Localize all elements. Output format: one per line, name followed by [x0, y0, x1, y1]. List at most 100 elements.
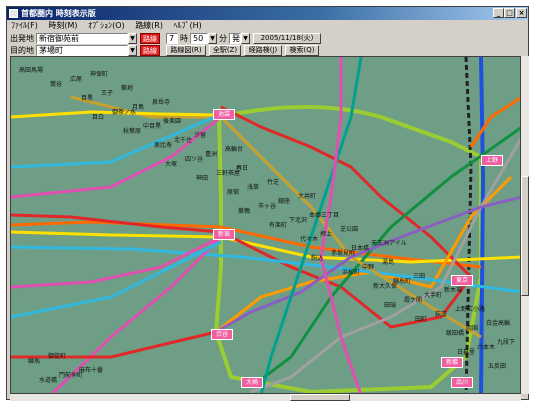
station-label[interactable]: 駒込 [311, 253, 323, 262]
station-label[interactable]: 上野広小路 [455, 304, 485, 313]
station-label[interactable]: 鶯谷 [50, 79, 62, 88]
station-label[interactable]: 飯田橋 [446, 328, 464, 337]
date-button[interactable]: 2005/11/18(火) [253, 33, 321, 44]
station-label[interactable]: 霞ケ関 [404, 295, 422, 304]
station-label[interactable]: 練馬 [28, 356, 40, 365]
station-label[interactable]: 本郷三丁目 [309, 210, 339, 219]
station-label[interactable]: 泉岳寺 [152, 97, 170, 106]
from-map-button[interactable]: 路線図 [140, 33, 160, 54]
hub-station[interactable]: 新宿 [213, 229, 235, 240]
station-label[interactable]: 浜松町 [342, 267, 360, 276]
station-label[interactable]: 両国 [466, 323, 478, 332]
station-label[interactable]: 天王洲アイル [371, 238, 407, 247]
station-label[interactable]: 浅草 [247, 182, 259, 191]
station-label[interactable]: 六本木 [477, 342, 495, 351]
station-label[interactable]: 春日 [236, 163, 248, 172]
menu-route[interactable]: 路線(R) [131, 20, 167, 32]
station-label[interactable]: 王子 [101, 88, 113, 97]
minimize-icon[interactable]: _ [493, 8, 504, 18]
horizontal-scroll-thumb[interactable] [290, 394, 350, 401]
station-label[interactable]: 市ヶ谷 [258, 201, 276, 210]
hub-station[interactable]: 新橋 [441, 357, 463, 368]
station-label[interactable]: 押上 [320, 229, 332, 238]
station-label[interactable]: 水道橋 [39, 375, 57, 384]
station-label[interactable]: 荻窪 [435, 309, 447, 318]
station-label[interactable]: 五反田 [488, 361, 506, 370]
hour-field[interactable]: 7 [166, 33, 178, 44]
station-label[interactable]: 広尾 [70, 74, 82, 83]
menu-help[interactable]: ﾍﾙﾌﾟ(H) [170, 20, 206, 32]
station-label[interactable]: 有楽町 [269, 220, 287, 229]
station-label[interactable]: 北千住 [174, 135, 192, 144]
all-stations-button[interactable]: 全駅(Z) [209, 45, 241, 56]
station-label[interactable]: 中目黒 [143, 121, 161, 130]
menu-option[interactable]: ｵﾌﾟｼｮﾝ(O) [84, 20, 129, 32]
station-label[interactable]: 神田 [196, 173, 208, 182]
station-label[interactable]: 麻布十番 [79, 365, 103, 374]
hub-station[interactable]: 品川 [451, 377, 473, 388]
hub-station[interactable]: 大崎 [241, 377, 263, 388]
to-map-button[interactable]: 路線図 [140, 45, 160, 66]
station-label[interactable]: 築地 [121, 83, 133, 92]
hub-station[interactable]: 上野 [481, 155, 503, 166]
station-label[interactable]: 高田馬場 [19, 65, 43, 74]
station-label[interactable]: 錦糸町 [393, 276, 411, 285]
station-label[interactable]: 大井町 [298, 191, 316, 200]
route-button[interactable]: 路線図(R) [166, 45, 206, 56]
from-row: 出発地 新宿御苑前 ▼ 路線図 7 時 50 ▼ 分 発 ▼ 2005/11/1… [10, 33, 526, 54]
horizontal-scrollbar[interactable] [10, 394, 521, 401]
station-label[interactable]: 三田 [413, 271, 425, 280]
close-icon[interactable]: × [516, 8, 527, 18]
to-dropdown-icon[interactable]: ▼ [128, 45, 137, 56]
hub-station[interactable]: 池袋 [213, 109, 235, 120]
station-label[interactable]: 中野 [362, 262, 374, 271]
station-label[interactable]: 大塚 [165, 159, 177, 168]
keio-line [11, 235, 222, 289]
station-label[interactable]: 竹芝 [267, 177, 279, 186]
station-label[interactable]: 豊洲 [205, 149, 217, 158]
station-label[interactable]: 大手町 [424, 290, 442, 299]
station-label[interactable]: 日本橋 [351, 243, 369, 252]
station-label[interactable]: 巣鴨 [238, 206, 250, 215]
station-label[interactable]: 原宿 [227, 187, 239, 196]
station-label[interactable]: 新木場 [444, 285, 462, 294]
station-label[interactable]: 四ツ谷 [185, 154, 203, 163]
station-label[interactable]: 恵比寿 [154, 140, 172, 149]
station-label[interactable]: 御徒町 [48, 351, 66, 360]
station-label[interactable]: 秋葉原 [123, 126, 141, 135]
subway-map[interactable]: 池袋 新宿 渋谷 品川 上野 東京 新橋 大崎 高田馬場 目白 大塚 巣鴨 駒込 田端 日暮里 鶯谷 秋葉原神… [10, 56, 521, 394]
station-label[interactable]: 九段下 [497, 337, 515, 346]
minute-dropdown-icon[interactable]: ▼ [208, 33, 217, 44]
station-label[interactable]: 田町 [415, 314, 427, 323]
station-label[interactable]: 下北沢 [289, 215, 307, 224]
station-label[interactable]: 月島 [132, 102, 144, 111]
minute-unit: 分 [219, 34, 227, 43]
station-label[interactable]: 目黒 [81, 93, 93, 102]
to-field[interactable]: 茅場町 [36, 45, 128, 56]
menu-time[interactable]: 時刻(M) [44, 20, 81, 32]
mode-select[interactable]: 発 [229, 33, 241, 44]
station-label[interactable]: 銀座 [278, 196, 290, 205]
search-route-button[interactable]: 経路検(J) [244, 45, 282, 56]
station-label[interactable]: 目白 [92, 112, 104, 121]
hub-station[interactable]: 渋谷 [211, 329, 233, 340]
from-field[interactable]: 新宿御苑前 [36, 33, 128, 44]
station-label[interactable]: 湯島 [382, 257, 394, 266]
station-label[interactable]: 高輪台 [225, 144, 243, 153]
vertical-scrollbar[interactable] [521, 56, 529, 394]
station-label[interactable]: 田端 [384, 300, 396, 309]
mode-dropdown-icon[interactable]: ▼ [241, 33, 250, 44]
cancel-button[interactable]: 検索(Q) [285, 45, 319, 56]
vertical-scroll-thumb[interactable] [521, 176, 529, 296]
station-label[interactable]: 汐留 [194, 130, 206, 139]
station-label[interactable]: 芝公園 [340, 224, 358, 233]
maximize-icon[interactable]: □ [504, 8, 515, 18]
station-label[interactable]: 代々木 [300, 234, 318, 243]
station-label[interactable]: 日暮里 [457, 347, 475, 356]
station-label[interactable]: 後楽園 [163, 116, 181, 125]
menu-file[interactable]: ﾌｧｲﾙ(F) [7, 20, 42, 32]
from-dropdown-icon[interactable]: ▼ [128, 33, 137, 44]
station-label[interactable]: 神保町 [90, 69, 108, 78]
station-label[interactable]: 白金高輪 [486, 318, 510, 327]
minute-field[interactable]: 50 [190, 33, 208, 44]
